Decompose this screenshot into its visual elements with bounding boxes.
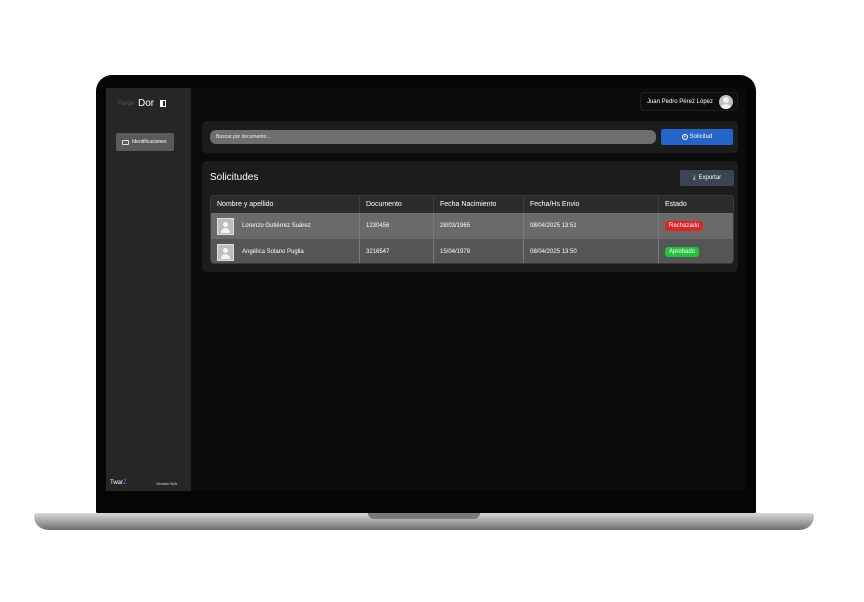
column-header[interactable]: Fecha/Hs Envio xyxy=(524,196,659,213)
solicitudes-panel: Solicitudes ⤓ Exportar Nombre y apellido… xyxy=(202,161,738,272)
name-cell: Angélica Solano Puglia xyxy=(211,239,360,263)
plus-circle-icon: + xyxy=(681,134,688,140)
row-name: Lorenzo Gutiérrez Suárez xyxy=(242,223,311,229)
estado-cell: Aprobado xyxy=(659,239,733,263)
column-header[interactable]: Nombre y apellido xyxy=(211,196,360,213)
user-avatar-icon xyxy=(217,243,234,261)
status-badge: Rechazado xyxy=(665,221,704,231)
export-button[interactable]: ⤓ Exportar xyxy=(680,170,734,186)
export-label: Exportar xyxy=(698,175,722,181)
app-screen: Parga Dor Identificaciones TwarZ Version… xyxy=(106,88,746,491)
footer-brand-prefix: Twar xyxy=(110,480,124,486)
user-menu[interactable]: Juan Pedro Pérez López xyxy=(639,92,738,111)
column-header[interactable]: Estado xyxy=(659,196,733,213)
solicitudes-table: Nombre y apellido Documento Fecha Nacimi… xyxy=(210,195,734,264)
id-card-icon xyxy=(122,139,129,145)
footer-brand: TwarZ xyxy=(110,480,127,486)
avatar xyxy=(719,94,733,109)
search-input[interactable] xyxy=(210,130,656,144)
user-avatar-icon xyxy=(217,217,234,235)
column-header[interactable]: Fecha Nacimiento xyxy=(434,196,524,213)
sidebar-item-label: Identificaciones xyxy=(132,139,167,145)
documento-cell: 3216547 xyxy=(360,239,434,263)
new-solicitud-label: Solicitud xyxy=(689,134,713,140)
sidebar-item-identificaciones[interactable]: Identificaciones xyxy=(116,133,174,151)
column-header[interactable]: Documento xyxy=(360,196,434,213)
download-icon: ⤓ xyxy=(692,174,696,181)
documento-cell: 1230456 xyxy=(360,213,434,239)
version-label: Version N/A xyxy=(156,481,178,486)
table-header: Nombre y apellido Documento Fecha Nacimi… xyxy=(211,196,733,213)
laptop-notch xyxy=(368,513,480,519)
new-solicitud-button[interactable]: + Solicitud xyxy=(661,129,733,145)
name-cell: Lorenzo Gutiérrez Suárez xyxy=(211,213,360,239)
envio-cell: 08/04/2025 13:51 xyxy=(524,213,659,239)
nacimiento-cell: 15/04/1978 xyxy=(434,239,524,263)
brand-name: Dor xyxy=(138,98,155,109)
sidebar: Parga Dor Identificaciones TwarZ Version… xyxy=(106,88,191,491)
table-row[interactable]: Angélica Solano Puglia 3216547 15/04/197… xyxy=(211,239,733,263)
brand: Parga Dor xyxy=(118,98,167,109)
estado-cell: Rechazado xyxy=(659,213,733,239)
panel-title: Solicitudes xyxy=(210,172,259,183)
sidebar-toggle-icon[interactable] xyxy=(160,100,167,107)
footer-brand-suffix: Z xyxy=(123,480,127,486)
user-name: Juan Pedro Pérez López xyxy=(646,98,713,105)
table-row[interactable]: Lorenzo Gutiérrez Suárez 1230456 28/03/1… xyxy=(211,213,733,239)
envio-cell: 08/04/2025 13:50 xyxy=(524,239,659,263)
search-panel: + Solicitud xyxy=(202,121,738,153)
laptop-frame: Parga Dor Identificaciones TwarZ Version… xyxy=(0,0,864,602)
row-name: Angélica Solano Puglia xyxy=(242,249,304,255)
status-badge: Aprobado xyxy=(665,247,700,257)
nacimiento-cell: 28/03/1965 xyxy=(434,213,524,239)
brand-logo: Parga xyxy=(118,100,135,107)
